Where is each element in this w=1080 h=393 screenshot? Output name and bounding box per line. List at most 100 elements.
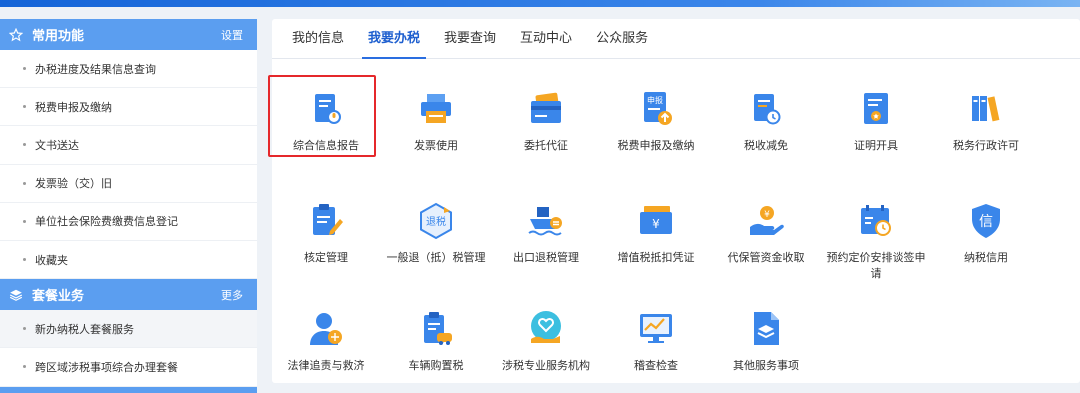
sidebar-item-label: 收藏夹 <box>35 253 68 267</box>
layers-icon <box>8 287 24 303</box>
tab-public-service[interactable]: 公众服务 <box>584 19 660 58</box>
service-tile-commissioned-collection[interactable]: 委托代征 <box>492 89 600 154</box>
calendar-clock-icon <box>856 201 896 241</box>
ship-icon <box>526 201 566 241</box>
service-tile-other-services[interactable]: 其他服务事项 <box>712 309 820 374</box>
sidebar-item-cross-region-package[interactable]: 跨区域涉税事项综合办理套餐 <box>0 348 257 387</box>
service-label: 发票使用 <box>414 139 458 152</box>
common-functions-header: 常用功能 设置 <box>0 19 257 50</box>
service-label: 委托代征 <box>524 139 568 152</box>
tab-bar: 我的信息 我要办税 我要查询 互动中心 公众服务 <box>272 19 1080 59</box>
svg-text:申报: 申报 <box>647 95 663 105</box>
top-banner-strip <box>0 0 1080 7</box>
service-tile-inspection[interactable]: 稽查检查 <box>602 309 710 374</box>
service-label: 纳税信用 <box>964 251 1008 264</box>
sidebar-item-invoice-check[interactable]: 发票验（交）旧 <box>0 165 257 203</box>
main-panel: 我的信息 我要办税 我要查询 互动中心 公众服务 综合信息报告 发票使用 委托代… <box>268 19 1080 383</box>
sidebar-item-label: 跨区域涉税事项综合办理套餐 <box>35 360 178 374</box>
monitor-chart-icon <box>636 309 676 349</box>
sidebar-item-label: 单位社会保险费缴费信息登记 <box>35 215 178 229</box>
tab-interaction-center[interactable]: 互动中心 <box>508 19 584 58</box>
sidebar-item-label: 文书送达 <box>35 138 79 152</box>
bullet-icon <box>23 365 26 369</box>
common-functions-list: 办税进度及结果信息查询 税费申报及缴纳 文书送达 发票验（交）旧 单位社会保险费… <box>0 50 257 280</box>
declare-upload-icon: 申报 <box>636 89 676 129</box>
bullet-icon <box>23 105 26 109</box>
service-label: 预约定价安排谈签申请 <box>826 251 926 280</box>
service-label: 稽查检查 <box>634 359 678 372</box>
service-label: 证明开具 <box>854 139 898 152</box>
sidebar-item-favorites[interactable]: 收藏夹 <box>0 241 257 280</box>
clipboard-pen-icon <box>306 201 346 241</box>
star-icon <box>8 27 24 43</box>
service-tile-general-refund[interactable]: 退税 一般退（抵）税管理 <box>382 201 490 266</box>
service-label: 增值税抵扣凭证 <box>617 251 695 264</box>
sidebar-item-label: 办税进度及结果信息查询 <box>35 62 156 76</box>
service-label: 法律追责与救济 <box>287 359 365 372</box>
service-label: 代保管资金收取 <box>727 251 805 264</box>
sidebar-item-new-taxpayer-package[interactable]: 新办纳税人套餐服务 <box>0 310 257 349</box>
sidebar: 常用功能 设置 办税进度及结果信息查询 税费申报及缴纳 文书送达 发票验（交）旧… <box>0 19 257 393</box>
selection-highlight-box <box>268 75 376 157</box>
sidebar-item-label: 税费申报及缴纳 <box>35 100 112 114</box>
service-label: 出口退税管理 <box>513 251 579 264</box>
binders-icon <box>966 89 1006 129</box>
service-tile-vat-deduction[interactable]: ¥ 增值税抵扣凭证 <box>602 201 710 266</box>
service-label: 税务行政许可 <box>953 139 1019 152</box>
service-tile-tax-reduction[interactable]: 税收减免 <box>712 89 820 154</box>
package-business-title: 套餐业务 <box>32 289 85 305</box>
service-tile-export-refund[interactable]: 出口退税管理 <box>492 201 600 266</box>
sidebar-item-tax-progress[interactable]: 办税进度及结果信息查询 <box>0 50 257 89</box>
vehicle-clipboard-icon <box>416 309 456 349</box>
more-link[interactable]: 更多 <box>221 287 243 303</box>
package-business-list: 新办纳税人套餐服务 跨区域涉税事项综合办理套餐 <box>0 310 257 387</box>
bullet-icon <box>23 67 26 71</box>
service-label: 核定管理 <box>304 251 348 264</box>
sidebar-item-declare-pay[interactable]: 税费申报及缴纳 <box>0 88 257 127</box>
tab-query[interactable]: 我要查询 <box>432 19 508 58</box>
service-label: 一般退（抵）税管理 <box>386 251 486 264</box>
sidebar-item-label: 新办纳税人套餐服务 <box>35 322 134 336</box>
document-clock-icon <box>746 89 786 129</box>
service-label: 税费申报及缴纳 <box>617 139 695 152</box>
service-label: 涉税专业服务机构 <box>502 359 590 372</box>
printer-icon <box>416 89 456 129</box>
sidebar-item-social-insurance[interactable]: 单位社会保险费缴费信息登记 <box>0 203 257 241</box>
tab-my-info[interactable]: 我的信息 <box>280 19 356 58</box>
refund-hexagon-icon: 退税 <box>416 201 456 241</box>
service-tile-vehicle-purchase-tax[interactable]: 车辆购置税 <box>382 309 490 374</box>
bullet-icon <box>23 181 26 185</box>
service-label: 税收减免 <box>744 139 788 152</box>
bullet-icon <box>23 219 26 223</box>
service-tile-legal-remedy[interactable]: 法律追责与救济 <box>272 309 380 374</box>
service-tile-comprehensive-report[interactable]: 综合信息报告 <box>268 75 380 157</box>
sidebar-item-document-delivery[interactable]: 文书送达 <box>0 126 257 165</box>
service-label: 车辆购置税 <box>408 359 464 372</box>
service-tile-certificate[interactable]: 证明开具 <box>822 89 930 154</box>
yuan-voucher-icon: ¥ <box>636 201 676 241</box>
svg-text:信: 信 <box>979 214 993 230</box>
service-tile-invoice-usage[interactable]: 发票使用 <box>382 89 490 154</box>
service-tile-custody-funds[interactable]: ¥ 代保管资金收取 <box>712 201 820 266</box>
common-functions-title: 常用功能 <box>32 29 85 44</box>
hand-coin-icon: ¥ <box>746 201 786 241</box>
service-tile-tax-declare-pay[interactable]: 申报 税费申报及缴纳 <box>602 89 710 154</box>
service-tile-assessment-management[interactable]: 核定管理 <box>272 201 380 266</box>
bullet-icon <box>23 143 26 147</box>
service-tile-tax-credit[interactable]: 信 纳税信用 <box>932 201 1040 266</box>
svg-text:¥: ¥ <box>652 217 660 231</box>
sidebar-item-label: 发票验（交）旧 <box>35 177 112 191</box>
settings-link[interactable]: 设置 <box>221 27 243 43</box>
bullet-icon <box>23 258 26 262</box>
service-tile-apa-application[interactable]: 预约定价安排谈签申请 <box>822 201 930 282</box>
tab-handle-tax[interactable]: 我要办税 <box>356 19 432 59</box>
svg-text:¥: ¥ <box>764 210 770 220</box>
heart-hand-icon <box>526 309 566 349</box>
certificate-icon <box>856 89 896 129</box>
svg-text:退税: 退税 <box>426 215 446 228</box>
service-tile-administrative-license[interactable]: 税务行政许可 <box>932 89 1040 154</box>
legal-person-icon <box>306 309 346 349</box>
sidebar-bottom-strip <box>0 386 257 393</box>
service-label: 其他服务事项 <box>733 359 799 372</box>
service-tile-professional-services[interactable]: 涉税专业服务机构 <box>492 309 600 374</box>
